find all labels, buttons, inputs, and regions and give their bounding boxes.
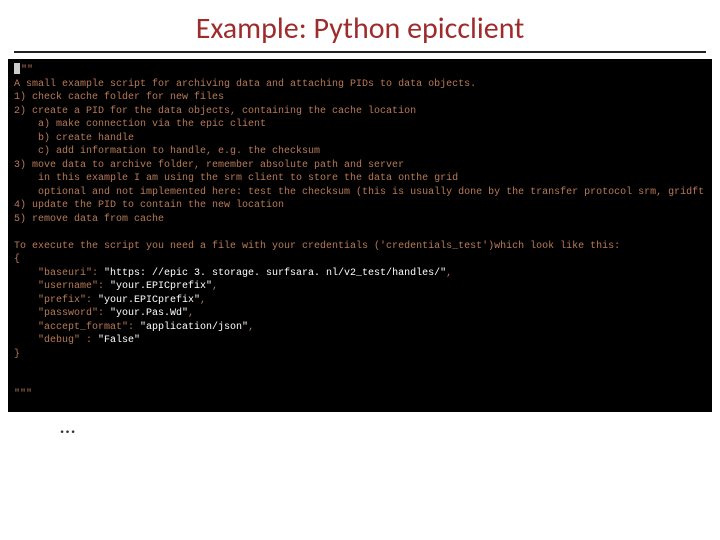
cursor-icon bbox=[14, 63, 20, 74]
code-line: } bbox=[14, 349, 20, 360]
ellipsis-text: … bbox=[60, 412, 720, 439]
code-line: 5) remove data from cache bbox=[14, 214, 164, 225]
code-line: optional and not implemented here: test … bbox=[14, 187, 712, 198]
slide: Example: Python epicclient "" A small ex… bbox=[0, 0, 720, 540]
code-line: b) create handle bbox=[14, 133, 134, 144]
slide-title: Example: Python epicclient bbox=[0, 0, 720, 51]
code-line: 3) move data to archive folder, remember… bbox=[14, 160, 404, 171]
code-line: 2) create a PID for the data objects, co… bbox=[14, 106, 416, 117]
code-string: "False" bbox=[98, 335, 140, 346]
docstring-close: """ bbox=[14, 389, 32, 400]
code-string: "https: //epic 3. storage. surfsara. nl/… bbox=[104, 268, 446, 279]
code-line: a) make connection via the epic client bbox=[14, 119, 266, 130]
code-line: "debug" : bbox=[14, 335, 98, 346]
code-string: "your.EPICprefix" bbox=[110, 281, 212, 292]
code-line: A small example script for archiving dat… bbox=[14, 79, 476, 90]
code-line bbox=[14, 362, 20, 373]
code-line: "password": bbox=[14, 308, 110, 319]
code-line bbox=[14, 227, 20, 238]
code-line: in this example I am using the srm clien… bbox=[14, 173, 458, 184]
code-block: "" A small example script for archiving … bbox=[8, 59, 712, 412]
code-string: "application/json" bbox=[140, 322, 248, 333]
code-line: , bbox=[446, 268, 452, 279]
docstring-open: "" bbox=[21, 65, 33, 76]
code-line: { bbox=[14, 254, 20, 265]
code-line: , bbox=[188, 308, 194, 319]
code-line: , bbox=[200, 295, 206, 306]
code-line: 4) update the PID to contain the new loc… bbox=[14, 200, 284, 211]
code-string: "your.Pas.Wd" bbox=[110, 308, 188, 319]
code-string: "your.EPICprefix" bbox=[98, 295, 200, 306]
code-line: , bbox=[248, 322, 254, 333]
code-line bbox=[14, 376, 20, 387]
code-line: 1) check cache folder for new files bbox=[14, 92, 224, 103]
code-line: "prefix": bbox=[14, 295, 98, 306]
code-line: c) add information to handle, e.g. the c… bbox=[14, 146, 320, 157]
title-underline bbox=[14, 51, 706, 53]
code-line: "username": bbox=[14, 281, 110, 292]
code-line: To execute the script you need a file wi… bbox=[14, 241, 620, 252]
code-line: "baseuri": bbox=[14, 268, 104, 279]
code-line: "accept_format": bbox=[14, 322, 140, 333]
code-line: , bbox=[212, 281, 218, 292]
